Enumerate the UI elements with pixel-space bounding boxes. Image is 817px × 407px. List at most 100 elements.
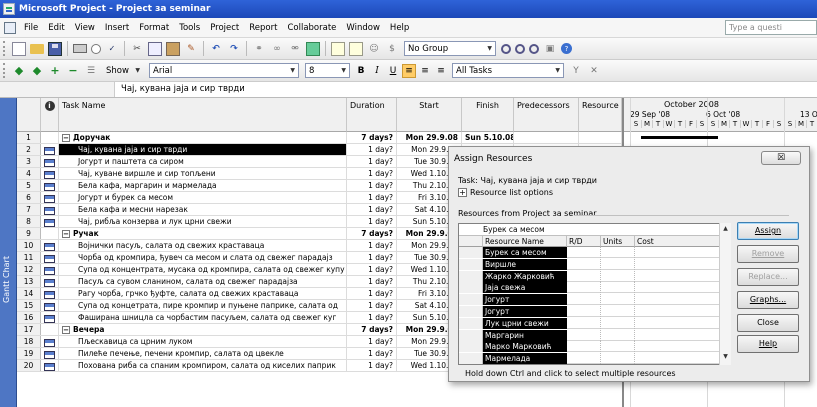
replace-button[interactable]: Replace... (737, 268, 799, 286)
task-name-cell[interactable]: Рагу чорба, грчко ђуфте, салата од свежи… (59, 288, 347, 299)
new-icon[interactable] (12, 41, 26, 56)
task-name-cell[interactable]: Супа од концентрата, мусака од кромпира,… (59, 264, 347, 275)
units-cell[interactable] (601, 306, 635, 317)
resource-row[interactable]: Јогурт (459, 306, 730, 317)
help-icon[interactable]: ? (561, 43, 572, 54)
resource-row-header[interactable] (459, 306, 483, 317)
row-id[interactable]: 3 (17, 156, 41, 167)
resource-list-options[interactable]: + Resource list options (458, 188, 553, 197)
task-name-cell[interactable]: − Вечера (59, 324, 347, 335)
cost-cell[interactable] (635, 247, 730, 258)
scroll-up-icon[interactable]: ▲ (720, 225, 731, 235)
menu-view[interactable]: View (70, 23, 100, 33)
resource-name-cell[interactable]: Жарко Жарковић (483, 270, 567, 282)
cost-cell[interactable] (635, 306, 730, 317)
row-id[interactable]: 6 (17, 192, 41, 203)
resource-row[interactable]: Марко Марковић (459, 341, 730, 353)
expand-icon[interactable]: + (458, 188, 467, 197)
row-id[interactable]: 11 (17, 252, 41, 263)
task-information-icon[interactable] (331, 41, 345, 56)
indicators-header[interactable]: i (41, 98, 59, 132)
units-cell[interactable] (601, 329, 635, 341)
units-cell[interactable] (601, 341, 635, 353)
group-by-select[interactable]: No Group ▼ (404, 41, 496, 56)
task-name-cell[interactable]: Пасуљ са сувом сланином, салата од свеже… (59, 276, 347, 287)
row-id[interactable]: 20 (17, 360, 41, 371)
cost-cell[interactable] (635, 270, 730, 282)
menu-file[interactable]: File (19, 23, 43, 33)
row-id[interactable]: 10 (17, 240, 41, 251)
task-name-cell[interactable]: − Ручак (59, 228, 347, 239)
save-icon[interactable] (48, 41, 62, 56)
row-id[interactable]: 7 (17, 204, 41, 215)
units-cell[interactable] (601, 247, 635, 258)
start-cell[interactable]: Mon 29.9.08 (397, 132, 462, 143)
resource-name-cell[interactable]: Маргарин (483, 329, 567, 341)
resource-row[interactable]: Бурек са месом (459, 247, 730, 258)
header-rd[interactable]: R/D (567, 236, 601, 247)
close-button[interactable]: Close (737, 314, 799, 332)
menu-project[interactable]: Project (205, 23, 244, 33)
task-name-cell[interactable]: Чај, рибља конзерва и лук црни свежи (59, 216, 347, 227)
spelling-icon[interactable]: ✓ (105, 42, 119, 56)
close-icon[interactable]: ☒ (761, 151, 801, 165)
view-bar[interactable]: Gantt Chart (0, 98, 17, 407)
copy-icon[interactable] (148, 41, 162, 56)
units-cell[interactable] (601, 282, 635, 294)
resource-entry-value[interactable]: Бурек са месом (483, 225, 545, 234)
link-tasks-icon[interactable]: ∞ (270, 42, 284, 56)
menu-insert[interactable]: Insert (100, 23, 134, 33)
toolbar-grip[interactable] (3, 63, 6, 78)
task-name-cell[interactable]: − Доручак (59, 132, 347, 143)
units-cell[interactable] (601, 317, 635, 329)
column-header-predecessors[interactable]: Predecessors (514, 98, 579, 132)
duration-cell[interactable]: 1 day? (347, 144, 397, 155)
assign-button[interactable]: Assign (737, 222, 799, 240)
rd-cell[interactable] (567, 294, 601, 306)
duration-cell[interactable]: 1 day? (347, 192, 397, 203)
task-name-cell[interactable]: Супа од концетрата, пире кромпир и пуњен… (59, 300, 347, 311)
row-id[interactable]: 14 (17, 288, 41, 299)
resource-name-cell[interactable] (579, 132, 622, 143)
duration-cell[interactable]: 1 day? (347, 180, 397, 191)
collapse-icon[interactable]: − (62, 326, 70, 334)
italic-icon[interactable]: I (370, 64, 384, 78)
copy-picture-icon[interactable]: ▣ (543, 42, 557, 56)
duration-cell[interactable]: 1 day? (347, 348, 397, 359)
duration-cell[interactable]: 1 day? (347, 252, 397, 263)
filter-select[interactable]: All Tasks ▼ (452, 63, 564, 78)
cost-cell[interactable] (635, 353, 730, 364)
summary-bar[interactable] (641, 136, 718, 139)
align-center-icon[interactable]: ≡ (418, 64, 432, 78)
finish-cell[interactable]: Sun 5.10.08 (462, 132, 514, 143)
toolbar-grip[interactable] (3, 41, 6, 56)
cost-cell[interactable] (635, 329, 730, 341)
entry-bar-input[interactable]: Чај, кувана јаја и сир тврди (121, 84, 245, 94)
cost-cell[interactable] (635, 317, 730, 329)
row-id[interactable]: 5 (17, 180, 41, 191)
task-name-cell[interactable]: Бела кафа, маргарин и мармелада (59, 180, 347, 191)
rd-cell[interactable] (567, 353, 601, 364)
duration-cell[interactable]: 7 days? (347, 132, 397, 143)
table-row[interactable]: 1 − Доручак 7 days? Mon 29.9.08 Sun 5.10.08 (17, 132, 622, 144)
cost-cell[interactable] (635, 341, 730, 353)
task-name-cell[interactable]: Јогурт и паштета са сиром (59, 156, 347, 167)
duration-cell[interactable]: 1 day? (347, 240, 397, 251)
rd-cell[interactable] (567, 341, 601, 353)
assign-resources-icon[interactable]: ☺ (367, 42, 381, 56)
duration-cell[interactable]: 7 days? (347, 324, 397, 335)
row-id[interactable]: 1 (17, 132, 41, 143)
duration-cell[interactable]: 1 day? (347, 312, 397, 323)
rd-cell[interactable] (567, 317, 601, 329)
hyperlink-icon[interactable]: ⚭ (252, 42, 266, 56)
menu-format[interactable]: Format (134, 23, 174, 33)
task-name-cell[interactable]: Јогурт и бурек са месом (59, 192, 347, 203)
duration-cell[interactable]: 1 day? (347, 360, 397, 371)
duration-cell[interactable]: 1 day? (347, 216, 397, 227)
task-name-cell[interactable]: Бела кафа и месни нарезак (59, 204, 347, 215)
outline-icon[interactable]: ☰ (84, 64, 98, 78)
resource-row[interactable]: Виршле (459, 258, 730, 270)
column-header-resource-name[interactable]: Resource Name (579, 98, 622, 132)
resource-name-cell[interactable]: Лук црни свежи (483, 317, 567, 329)
duration-cell[interactable]: 1 day? (347, 156, 397, 167)
